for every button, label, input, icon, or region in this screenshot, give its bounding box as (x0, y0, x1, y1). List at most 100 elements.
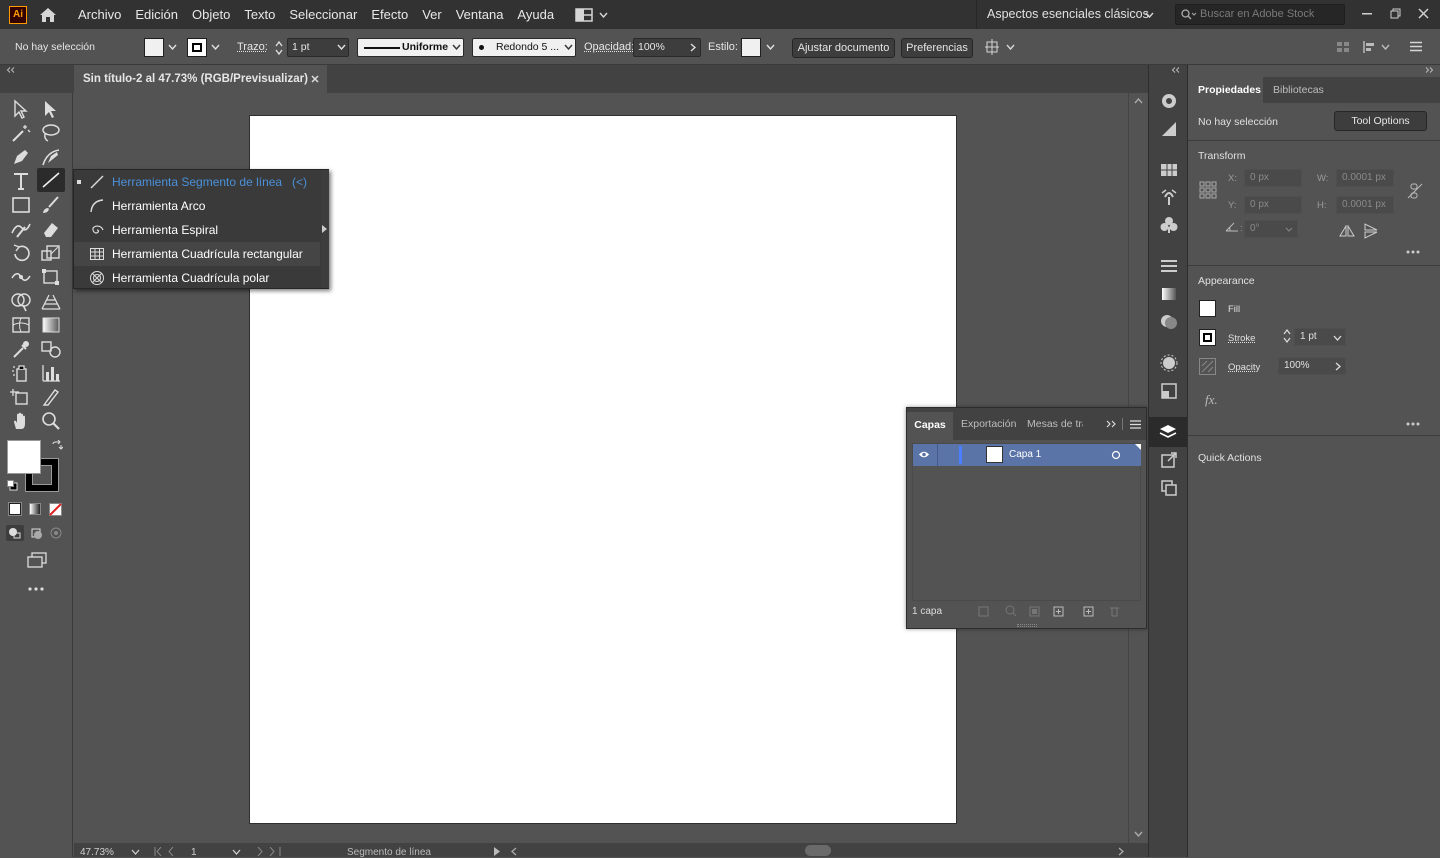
opacity-label[interactable]: Opacity (1228, 362, 1260, 373)
y-input[interactable]: 0 px (1244, 196, 1302, 214)
arrange-documents-icon[interactable] (575, 7, 608, 22)
artboard-number[interactable]: 1 (191, 847, 197, 858)
opacity-label[interactable]: Opacidad: (584, 29, 634, 65)
shape-builder-tool-icon[interactable] (9, 290, 33, 312)
fill-color-box[interactable] (1199, 300, 1216, 317)
eyedropper-tool-icon[interactable] (9, 338, 33, 360)
brushes-icon[interactable] (1159, 187, 1179, 207)
menu-objeto[interactable]: Objeto (185, 0, 237, 29)
expand-panel-icon[interactable] (1106, 420, 1117, 428)
chevron-down-icon[interactable] (232, 849, 241, 855)
close-window-button[interactable] (1409, 0, 1437, 28)
close-tab-icon[interactable] (311, 75, 319, 83)
slice-tool-icon[interactable] (39, 386, 63, 408)
color-mode-button[interactable] (8, 502, 22, 516)
artboard-tool-icon[interactable] (9, 386, 33, 408)
opacity-field[interactable]: 100% (1278, 357, 1346, 375)
target-circle-icon[interactable] (1111, 450, 1121, 460)
document-tab[interactable]: Sin título-2 al 47.73% (RGB/Previsualiza… (74, 65, 327, 93)
preferences-button[interactable]: Preferencias (901, 38, 973, 58)
gradient-tool-icon[interactable] (39, 314, 63, 336)
fit-document-button[interactable]: Ajustar documento (792, 38, 895, 58)
more-options-icon[interactable] (1406, 250, 1420, 254)
height-input[interactable]: 0.0001 px (1336, 196, 1394, 214)
opacity-input[interactable]: 100% (633, 38, 701, 57)
line-segment-tool[interactable] (37, 168, 65, 192)
next-last-artboard-icon[interactable] (255, 847, 281, 856)
workspace-switcher[interactable]: Aspectos esenciales clásicos (976, 0, 1162, 29)
stroke-weight-field[interactable]: 1 pt (1294, 328, 1346, 346)
menu-ver[interactable]: Ver (415, 0, 449, 29)
tab-artboards[interactable]: Mesas de tra (1027, 418, 1083, 430)
flyout-polar-grid-tool[interactable]: Herramienta Cuadrícula polar (74, 266, 320, 290)
scroll-left-icon[interactable] (511, 847, 517, 856)
expand-panel-icon[interactable] (1424, 67, 1434, 73)
color-guide-icon[interactable] (1159, 91, 1179, 111)
stroke-color-box[interactable] (1199, 329, 1216, 346)
flyout-tearoff-strip[interactable] (321, 170, 329, 288)
stroke-label[interactable]: Stroke (1228, 333, 1255, 344)
x-input[interactable]: 0 px (1244, 169, 1302, 187)
effects-button[interactable]: fx. (1205, 392, 1218, 408)
menu-icon[interactable] (1130, 420, 1141, 429)
stock-search-input[interactable]: Buscar en Adobe Stock (1175, 4, 1345, 25)
gradient-panel-icon[interactable] (1159, 284, 1179, 304)
scroll-up-icon[interactable] (1134, 98, 1143, 104)
width-tool-icon[interactable] (9, 266, 33, 288)
align-options-icon[interactable] (985, 39, 1017, 55)
graphic-style-swatch[interactable] (741, 38, 761, 57)
transparency-icon[interactable] (1159, 312, 1179, 332)
play-icon[interactable] (494, 847, 500, 856)
draw-inside-icon[interactable] (48, 525, 64, 541)
appearance-icon[interactable] (1159, 353, 1179, 373)
symbols-icon[interactable] (1159, 215, 1179, 235)
home-icon[interactable] (39, 7, 57, 23)
width-input[interactable]: 0.0001 px (1336, 169, 1394, 187)
zoom-tool-icon[interactable] (39, 410, 63, 432)
reference-point-icon[interactable] (1199, 181, 1217, 199)
stepper-icon[interactable] (1282, 328, 1292, 344)
paintbrush-tool-icon[interactable] (39, 194, 63, 216)
fill-swatch[interactable] (144, 38, 164, 57)
tab-properties[interactable]: Propiedades (1198, 77, 1261, 103)
flyout-line-segment-tool[interactable]: Herramienta Segmento de línea (<) (74, 170, 320, 194)
symbol-sprayer-tool-icon[interactable] (9, 362, 33, 384)
rotate-tool-icon[interactable] (9, 242, 33, 264)
color-panel-icon[interactable] (1159, 119, 1179, 139)
screen-mode-icon[interactable] (26, 552, 48, 568)
none-mode-icon[interactable] (49, 503, 62, 516)
artboards-icon[interactable] (1159, 478, 1179, 498)
type-tool-icon[interactable] (9, 170, 33, 192)
rectangle-tool-icon[interactable] (9, 194, 33, 216)
scroll-right-icon[interactable] (1118, 847, 1124, 856)
gradient-mode-button[interactable] (29, 503, 41, 515)
flip-horizontal-icon[interactable] (1339, 225, 1355, 237)
chevron-down-icon[interactable] (131, 849, 140, 855)
column-graph-tool-icon[interactable] (39, 362, 63, 384)
lasso-tool-icon[interactable] (39, 122, 63, 144)
tab-export[interactable]: Exportación (961, 418, 1016, 430)
tab-libraries[interactable]: Bibliotecas (1273, 77, 1324, 103)
stroke-label[interactable]: Trazo: (237, 29, 268, 65)
stroke-weight-input[interactable]: 1 pt (287, 38, 349, 57)
horizontal-scroll-thumb[interactable] (805, 845, 831, 856)
tab-layers[interactable]: Capas (907, 412, 953, 440)
graphic-styles-icon[interactable] (1159, 381, 1179, 401)
magic-wand-tool-icon[interactable] (9, 122, 33, 144)
first-previous-artboard-icon[interactable] (154, 847, 180, 856)
menu-efecto[interactable]: Efecto (364, 0, 415, 29)
menu-texto[interactable]: Texto (237, 0, 282, 29)
default-colors-icon[interactable] (7, 480, 18, 491)
draw-behind-icon[interactable] (28, 525, 46, 541)
visibility-eye-icon[interactable] (918, 450, 930, 459)
pen-tool-icon[interactable] (9, 146, 33, 168)
rotate-input[interactable]: 0° (1244, 220, 1298, 238)
chevron-down-icon[interactable] (766, 44, 775, 50)
constrain-proportions-icon[interactable] (1407, 183, 1423, 199)
draw-normal-button[interactable] (6, 525, 24, 541)
stepper-icon[interactable] (274, 40, 284, 56)
variable-width-profile[interactable]: Uniforme (357, 38, 464, 57)
flyout-arc-tool[interactable]: Herramienta Arco (74, 194, 320, 218)
scroll-down-icon[interactable] (1134, 831, 1143, 837)
asset-export-icon[interactable] (1159, 450, 1179, 470)
